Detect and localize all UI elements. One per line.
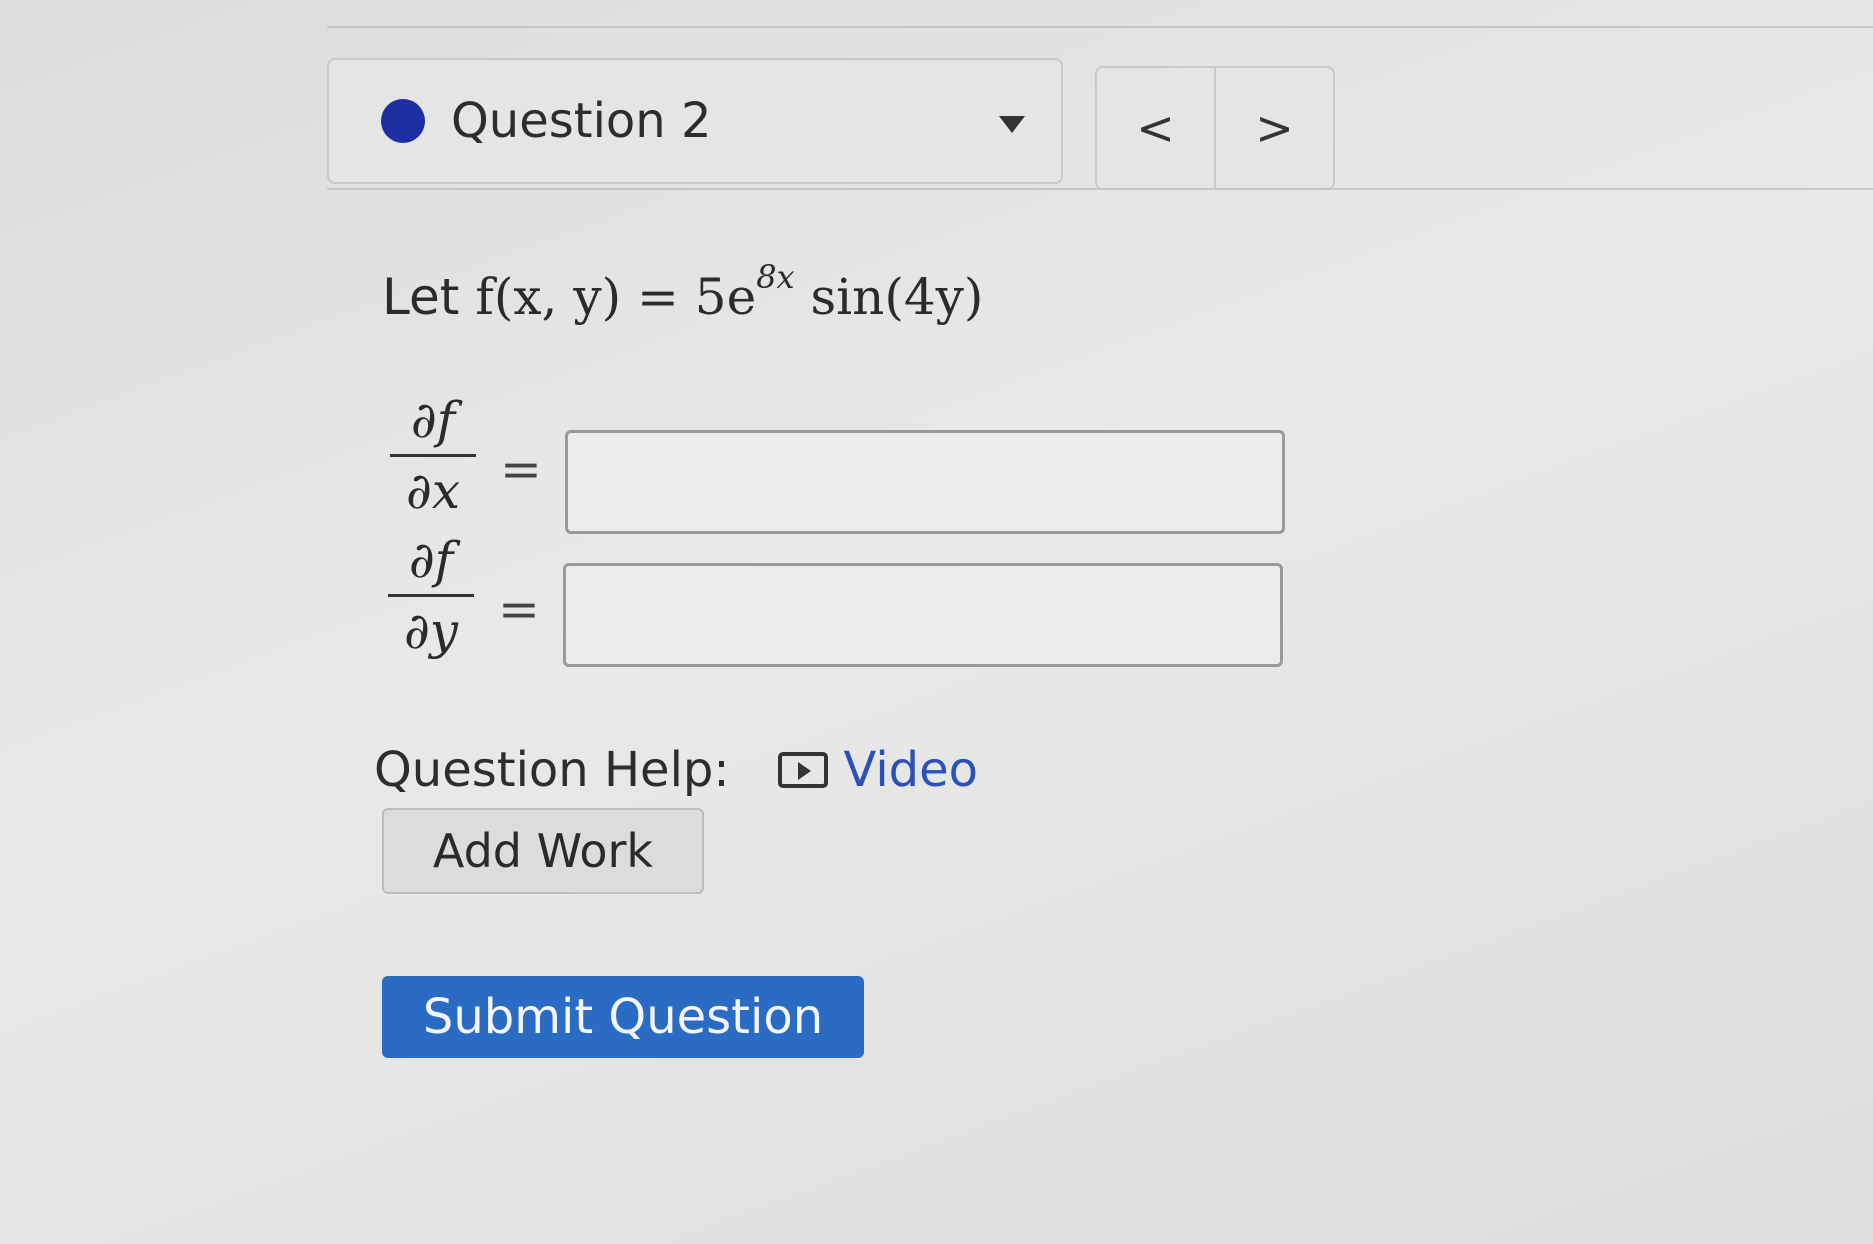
partial-fy-fraction: ∂f ∂y [388,530,474,661]
partial-fx-denominator: ∂x [405,462,461,520]
question-selector-dropdown[interactable]: Question 2 [327,58,1063,184]
problem-function-rhs: sin(4y) [794,268,984,326]
partial-fx-fraction: ∂f ∂x [390,390,476,521]
question-nav-group: < > [1095,66,1335,190]
next-question-button[interactable]: > [1214,68,1333,188]
page: Question 2 < > Let f(x, y) = 5e8x sin(4y)… [0,0,1873,1244]
caret-down-icon [999,116,1025,133]
video-link-label: Video [843,742,979,798]
partial-fy-answer-input[interactable] [563,563,1283,667]
equals-sign: = [500,440,542,498]
partial-fx-numerator: ∂f [410,391,456,449]
header-divider [327,188,1873,190]
top-divider [327,26,1873,28]
question-help-label: Question Help: [374,742,730,798]
question-status-dot [381,99,425,143]
partial-fy-denominator: ∂y [403,602,459,660]
fraction-bar [388,594,474,597]
partial-fy-numerator: ∂f [408,531,454,589]
partial-fx-answer-input[interactable] [565,430,1285,534]
problem-function-lhs: f(x, y) = 5e [475,268,757,326]
video-play-icon [777,752,828,788]
fraction-bar [390,454,476,457]
previous-question-button[interactable]: < [1097,68,1214,188]
problem-statement: Let f(x, y) = 5e8x sin(4y) [382,258,983,326]
add-work-button[interactable]: Add Work [382,808,704,894]
submit-question-button[interactable]: Submit Question [382,976,864,1058]
question-selector-label: Question 2 [451,93,712,149]
question-help: Question Help: Video [374,742,978,798]
video-help-link[interactable]: Video [777,742,979,798]
problem-let-label: Let [382,268,460,326]
problem-exponent: 8x [756,258,795,296]
equals-sign: = [498,580,540,638]
